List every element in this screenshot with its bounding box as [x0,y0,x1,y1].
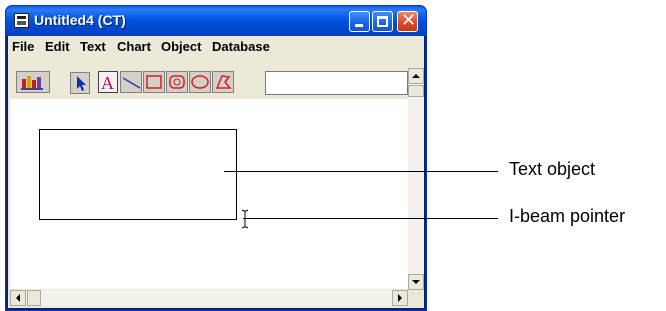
arrow-pointer-icon [77,76,86,91]
text-object-callout-line [224,171,498,172]
close-icon: ✕ [401,10,417,31]
svg-text:A: A [101,73,114,92]
menu-text[interactable]: Text [80,39,106,54]
text-tool-icon: A [101,73,114,92]
arrow-down-icon [412,280,420,284]
menu-bar: File Edit Text Chart Object Database [10,37,422,57]
minimize-icon [355,24,363,27]
title-bar[interactable]: Untitled4 (CT) ✕ [6,6,426,36]
scroll-right-button[interactable] [392,290,408,306]
toolbar: A [10,58,408,99]
horizontal-scroll-thumb[interactable] [27,290,41,306]
arrow-up-icon [412,74,420,78]
rounded-rectangle-tool-button[interactable] [166,71,188,93]
close-button[interactable]: ✕ [397,11,418,32]
app-window: Untitled4 (CT) ✕ File Edit Text Chart Ob… [5,5,427,311]
text-object-callout-label: Text object [509,159,596,179]
rectangle-tool-icon [146,75,162,89]
chart-icon [21,76,43,90]
window-title: Untitled4 (CT) [34,12,126,28]
menu-chart[interactable]: Chart [117,39,151,54]
menu-database[interactable]: Database [212,39,270,54]
ibeam-cursor-icon [241,209,249,229]
text-object[interactable] [39,129,237,220]
menu-object[interactable]: Object [161,39,201,54]
drawing-canvas[interactable] [10,99,408,289]
menu-edit[interactable]: Edit [45,39,70,54]
toolbar-input[interactable] [265,71,408,95]
maximize-button[interactable] [372,11,393,32]
ibeam-callout-label: I-beam pointer [509,206,626,226]
polygon-tool-icon [215,75,232,89]
vertical-scrollbar[interactable] [408,68,424,290]
scroll-down-button[interactable] [408,274,424,290]
arrow-right-icon [398,294,402,302]
arrow-left-icon [16,294,20,302]
ibeam-callout-line [243,218,498,219]
chart-tool-button[interactable] [16,71,50,93]
app-icon[interactable] [14,13,29,28]
scroll-left-button[interactable] [10,290,26,306]
line-tool-button[interactable] [120,71,142,93]
menu-file[interactable]: File [12,39,34,54]
rounded-rectangle-tool-icon [169,75,185,89]
scroll-thumb[interactable] [408,85,424,97]
ellipse-tool-button[interactable] [189,71,211,93]
maximize-icon [377,16,388,27]
ellipse-tool-icon [191,75,209,89]
minimize-button[interactable] [349,11,370,32]
line-tool-icon [122,77,141,89]
text-tool-button[interactable]: A [98,71,118,93]
horizontal-scrollbar[interactable] [10,290,408,306]
scroll-up-button[interactable] [408,68,424,84]
rectangle-tool-button[interactable] [143,71,165,93]
pointer-tool-button[interactable] [70,72,90,94]
polygon-tool-button[interactable] [212,71,234,93]
